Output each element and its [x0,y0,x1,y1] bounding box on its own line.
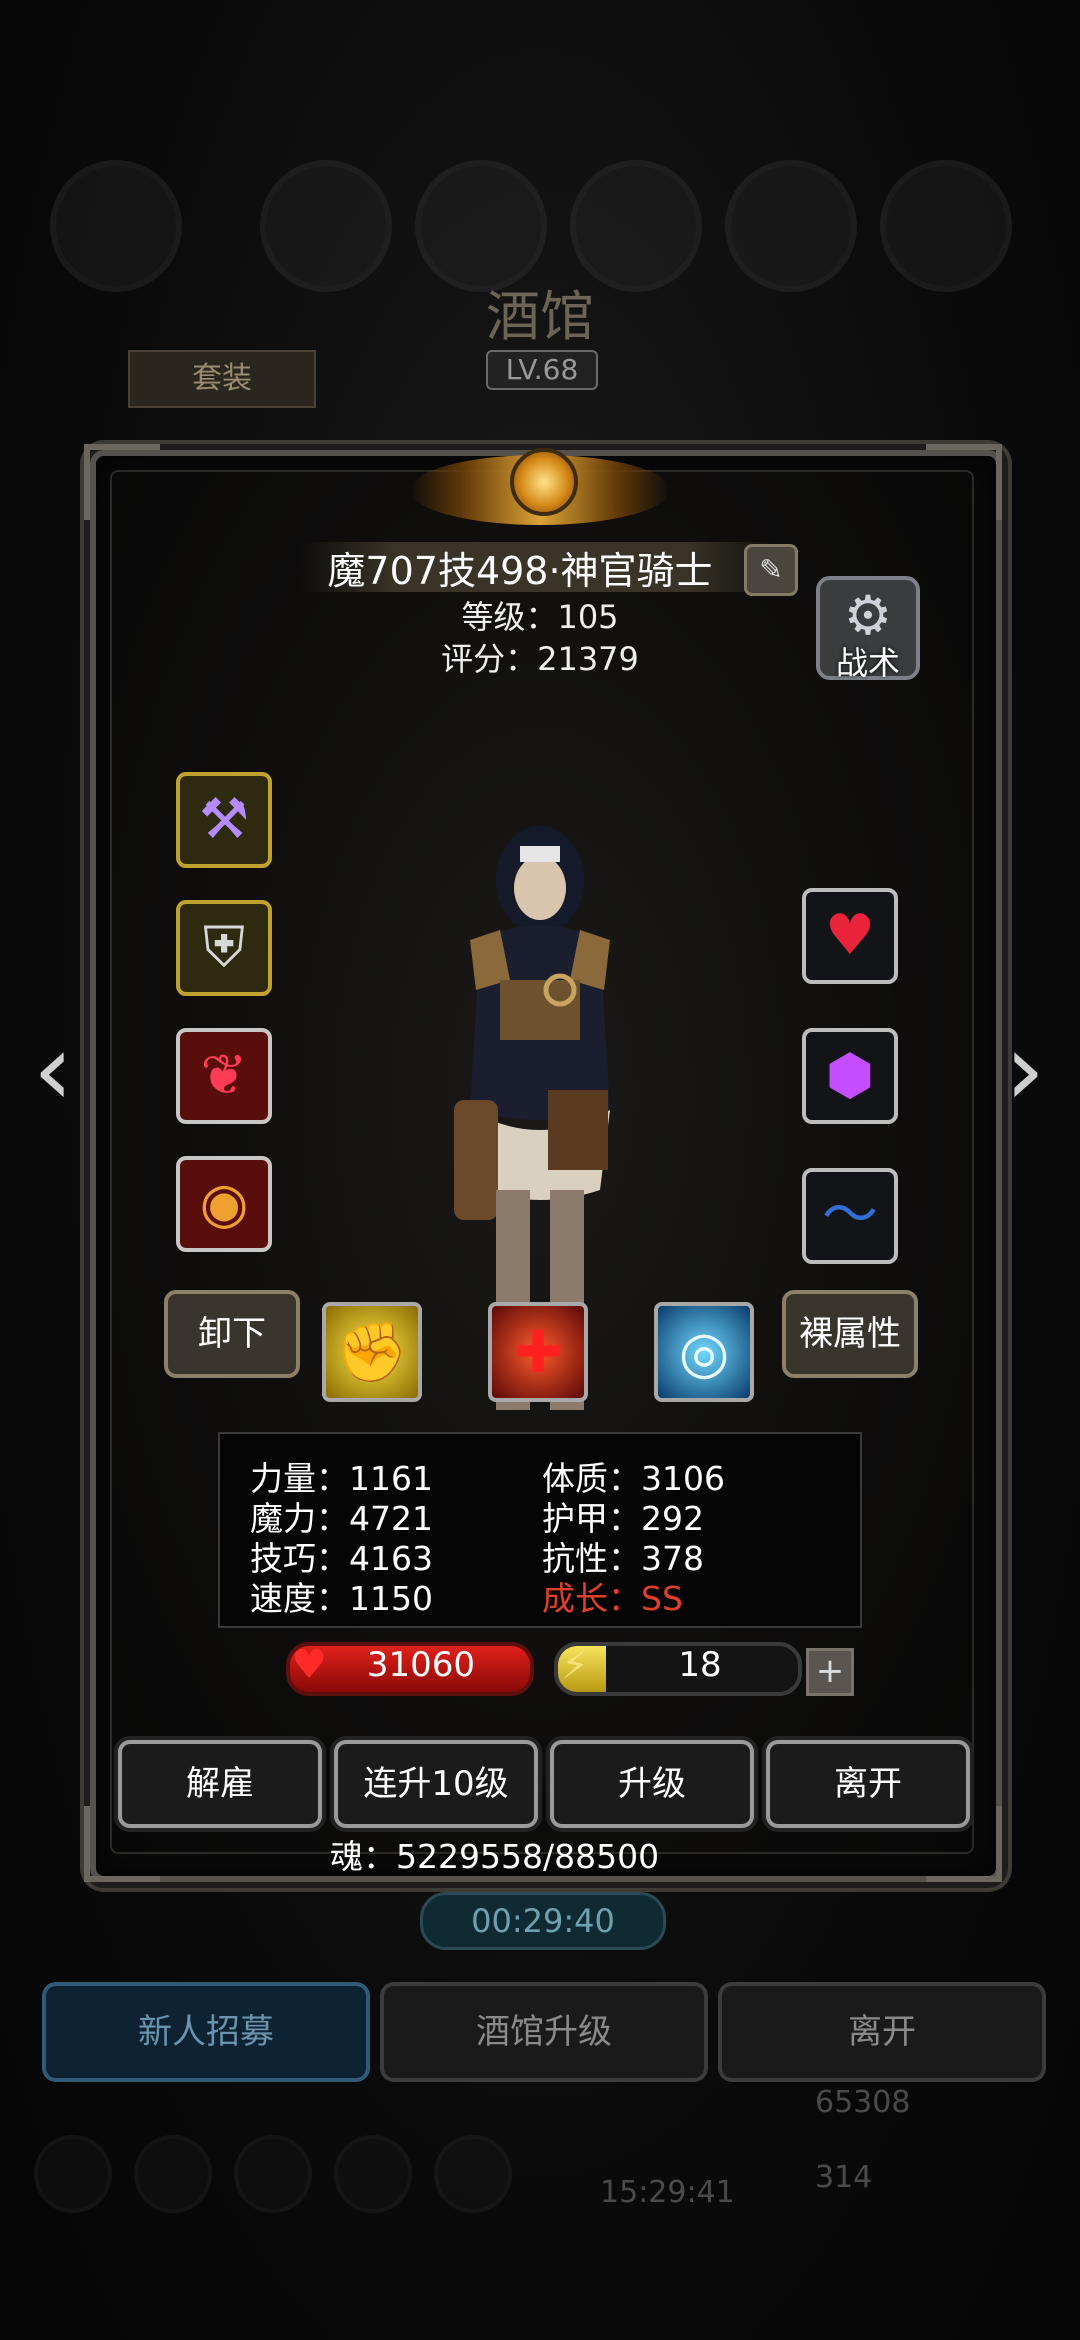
skill-slot-2[interactable]: ✚ [488,1302,588,1402]
stat-speed: 速度：1150 [250,1579,433,1618]
crest-gem-icon [510,448,578,516]
charm-slot[interactable]: ♥ [802,888,898,984]
tactic-label: 战术 [835,644,900,682]
unequip-button[interactable]: 卸下 [164,1290,300,1378]
recruit-timer: 00:29:40 [420,1892,666,1950]
weapon-slot[interactable]: ⚒ [176,772,272,868]
next-hero-arrow[interactable]: › [990,1020,1060,1120]
skill-slot-1[interactable]: ✊ [322,1302,422,1402]
hero-score: 评分：21379 [441,640,639,678]
menu-circle-icon [34,2135,112,2213]
tactic-button[interactable]: ⚙ 战术 [816,576,920,682]
top-circle-icon [260,160,392,292]
add-energy-button[interactable]: + [806,1648,854,1696]
heart-charm-icon: ♥ [824,903,876,968]
armor-icon: ⛨ [203,915,245,980]
hero-name: 魔707技498·神官骑士 [327,549,713,593]
soul-cost-text: 魂：5229558/88500 [330,1837,660,1876]
edit-name-button[interactable]: ✎ [744,544,798,596]
clock-text: 15:29:41 [600,2175,735,2210]
accessory-slot[interactable]: 〜 [802,1168,898,1264]
fist-skill-icon: ✊ [335,1318,409,1386]
armor-slot[interactable]: ⛨ [176,900,272,996]
dismiss-button[interactable]: 解雇 [118,1740,322,1828]
top-circle-icon [725,160,857,292]
tavern-leave-button: 离开 [718,1982,1046,2082]
level-up-button[interactable]: 升级 [550,1740,754,1828]
top-circle-icon [880,160,1012,292]
set-tab: 套装 [128,350,316,408]
ruby-amulet-icon: ❦ [200,1043,248,1108]
gear-icon: ⚙ [843,584,893,647]
panel-corner [926,444,1002,520]
pencil-icon: ✎ [759,553,783,586]
stat-growth: 成长：SS [542,1579,683,1618]
prev-hero-arrow[interactable]: ‹ [18,1020,88,1120]
gem-count: 314 [815,2160,873,2195]
ring-slot[interactable]: ◉ [176,1156,272,1252]
mace-icon: ⚒ [198,787,250,852]
hp-value: 31060 [366,1645,476,1685]
menu-circle-icon [434,2135,512,2213]
eye-ring-icon: ◉ [199,1171,249,1236]
purple-gem-icon: ⬢ [825,1043,875,1108]
menu-circle-icon [234,2135,312,2213]
panel-corner [84,444,160,520]
amulet-slot[interactable]: ❦ [176,1028,272,1124]
leave-button[interactable]: 离开 [766,1740,970,1828]
tavern-upgrade-button: 酒馆升级 [380,1982,708,2082]
menu-circle-icon [334,2135,412,2213]
gem-slot[interactable]: ⬢ [802,1028,898,1124]
menu-circle-icon [134,2135,212,2213]
bare-attributes-button[interactable]: 裸属性 [782,1290,918,1378]
red-cross-skill-icon: ✚ [513,1318,563,1386]
blue-swoosh-icon: 〜 [822,1183,878,1248]
skill-slot-3[interactable]: ◎ [654,1302,754,1402]
energy-value: 18 [678,1645,722,1685]
new-recruit-button: 新人招募 [42,1982,370,2082]
gold-count: 65308 [815,2085,911,2120]
tavern-level: LV.68 [486,350,598,390]
level-up-10-button[interactable]: 连升10级 [334,1740,538,1828]
tavern-title: 酒馆 [486,285,594,348]
portrait-icon [50,160,182,292]
hero-level: 等级：105 [461,598,619,636]
eye-skill-icon: ◎ [678,1318,730,1386]
